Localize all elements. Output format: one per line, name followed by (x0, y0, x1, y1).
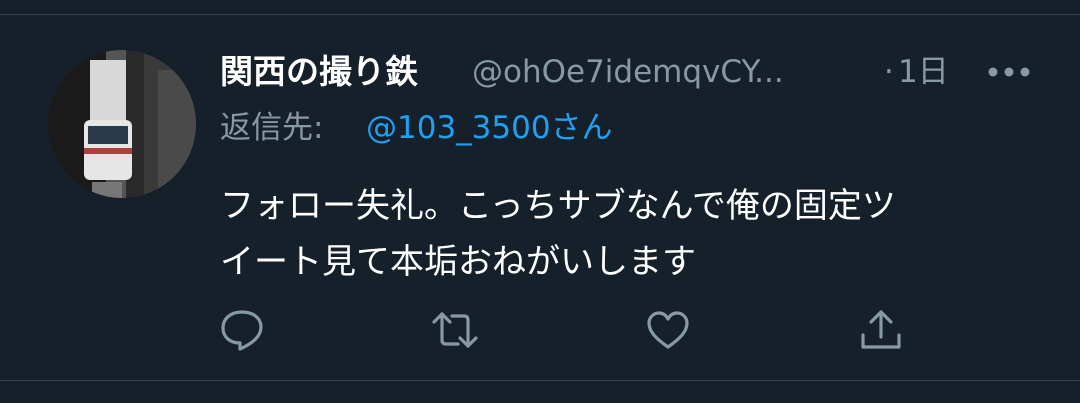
tweet-time[interactable]: 1日 (898, 50, 949, 94)
avatar[interactable] (48, 50, 196, 198)
more-dots-icon (988, 67, 1030, 77)
header-separator: · (884, 54, 894, 90)
reply-to-link[interactable]: @103_3500さん (366, 106, 613, 150)
avatar-train-photo (48, 50, 196, 198)
tweet-text-line: イート見て本垢おねがいします (220, 242, 696, 282)
share-button[interactable] (856, 305, 906, 355)
retweet-button[interactable] (430, 305, 480, 355)
like-button[interactable] (643, 305, 693, 355)
display-name[interactable]: 関西の撮り鉄 (220, 50, 418, 94)
share-icon (861, 310, 901, 349)
more-options-button[interactable] (984, 54, 1034, 90)
top-divider (0, 14, 1080, 15)
retweet-icon (432, 312, 478, 348)
reply-prefix: 返信先: (220, 110, 324, 146)
tweet-header: 関西の撮り鉄 @ohOe7idemqvCY... · 1日 (220, 50, 1040, 94)
tweet-text-line: フォロー失礼。こっちサブなんで俺の固定ツ (220, 186, 896, 226)
like-icon (647, 311, 689, 349)
bottom-divider (0, 380, 1080, 381)
reply-icon (221, 310, 263, 351)
reply-button[interactable] (217, 305, 267, 355)
tweet-text: フォロー失礼。こっちサブなんで俺の固定ツ イート見て本垢おねがいします (220, 178, 1040, 290)
user-handle[interactable]: @ohOe7idemqvCY... (472, 50, 784, 94)
